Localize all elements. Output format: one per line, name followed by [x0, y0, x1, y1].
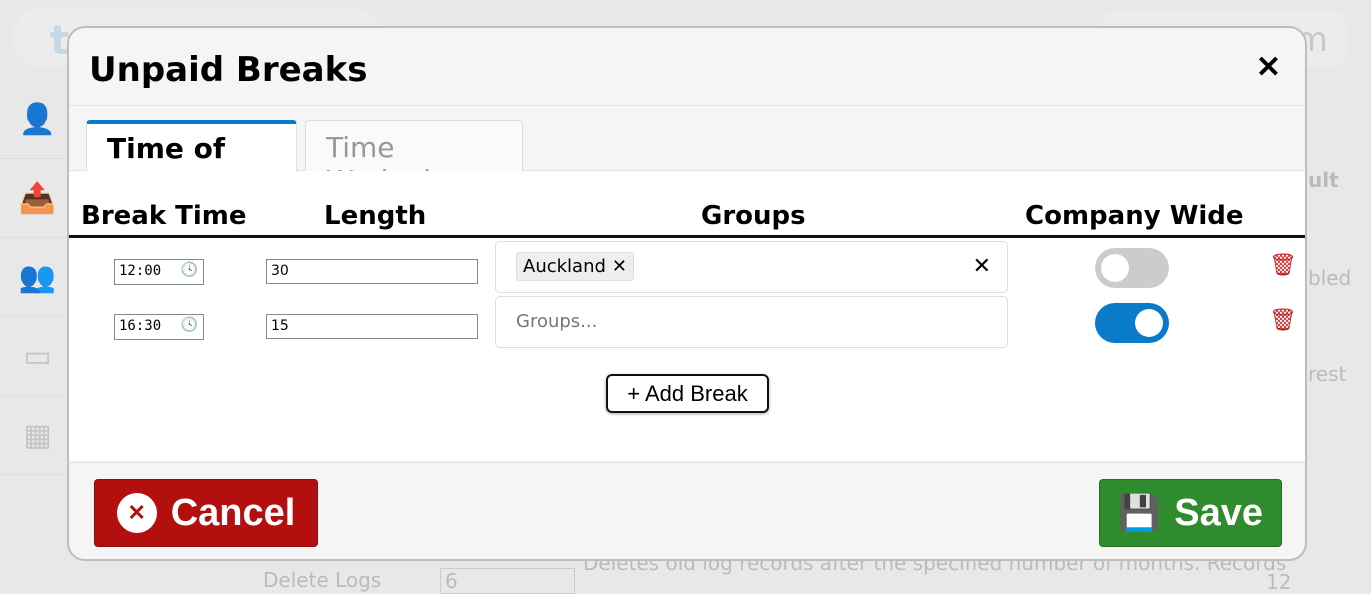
length-input[interactable]: 30 — [266, 259, 478, 284]
cancel-button[interactable]: ✕ Cancel — [94, 479, 318, 547]
delete-logs-label: Delete Logs — [263, 568, 382, 592]
sidebar: 👤 📤 👥 ▭ ▦ — [0, 80, 75, 475]
delete-break-trash-icon[interactable]: 🗑 — [1269, 308, 1297, 333]
tab-time-of-day[interactable]: Time of Day — [86, 120, 297, 198]
background-text: rest — [1308, 362, 1347, 386]
groups-select[interactable]: Auckland ✕ ✕ — [495, 241, 1008, 293]
delete-logs-input[interactable]: 6 — [440, 568, 575, 594]
tab-time-worked[interactable]: Time Worked — [305, 120, 523, 197]
clear-groups-icon[interactable]: ✕ — [973, 254, 991, 279]
groups-placeholder: Groups... — [516, 311, 598, 332]
add-break-button[interactable]: + Add Break — [606, 374, 769, 413]
unpaid-breaks-modal: Unpaid Breaks ✕ Time of Day Time Worked … — [67, 26, 1307, 561]
clock-icon[interactable]: 🕓 — [181, 262, 198, 278]
modal-footer: ✕ Cancel 💾 Save — [69, 462, 1305, 559]
column-header-company-wide: Company Wide — [1025, 201, 1244, 231]
sidebar-item-export-icon[interactable]: 📤 — [0, 159, 75, 238]
cancel-circle-icon: ✕ — [116, 493, 157, 533]
save-label: Save — [1174, 491, 1264, 534]
sidebar-item-employee-clock-icon[interactable]: 👤 — [0, 80, 75, 159]
header-divider — [69, 235, 1305, 238]
break-time-input[interactable]: 12:00 🕓 — [114, 259, 204, 285]
breaks-table: Break Time Length Groups Company Wide 12… — [69, 171, 1305, 461]
table-row: 16:30 🕓 15 Groups... 🗑 — [69, 294, 1305, 348]
tab-bar: Time of Day Time Worked — [69, 106, 1305, 198]
sidebar-item-tablet-icon[interactable]: ▭ — [0, 317, 75, 396]
table-row: 12:00 🕓 30 Auckland ✕ ✕ 🗑 — [69, 239, 1305, 293]
groups-select[interactable]: Groups... — [495, 296, 1008, 348]
remove-chip-icon[interactable]: ✕ — [612, 256, 627, 277]
column-header-break-time: Break Time — [81, 201, 247, 231]
toggle-knob — [1135, 309, 1163, 337]
modal-header: Unpaid Breaks ✕ — [69, 28, 1305, 106]
close-button[interactable]: ✕ — [1256, 50, 1281, 85]
sidebar-item-calendar-icon[interactable]: ▦ — [0, 396, 75, 475]
break-time-input[interactable]: 16:30 🕓 — [114, 314, 204, 340]
company-wide-toggle[interactable] — [1095, 303, 1169, 343]
background-text: bled — [1308, 266, 1352, 290]
company-wide-toggle[interactable] — [1095, 248, 1169, 288]
clock-icon[interactable]: 🕓 — [181, 317, 198, 333]
floppy-disk-icon: 💾 — [1117, 494, 1161, 532]
save-button[interactable]: 💾 Save — [1099, 479, 1282, 547]
cancel-label: Cancel — [170, 491, 296, 534]
background-column-header: ult — [1308, 168, 1339, 192]
modal-title: Unpaid Breaks — [89, 50, 368, 90]
group-chip: Auckland ✕ — [516, 252, 635, 281]
delete-logs-default: 12 — [1266, 570, 1292, 594]
column-header-length: Length — [324, 201, 427, 231]
column-header-groups: Groups — [701, 201, 806, 231]
toggle-knob — [1101, 254, 1129, 282]
delete-break-trash-icon[interactable]: 🗑 — [1269, 253, 1297, 278]
length-input[interactable]: 15 — [266, 314, 478, 339]
sidebar-item-groups-icon[interactable]: 👥 — [0, 238, 75, 317]
